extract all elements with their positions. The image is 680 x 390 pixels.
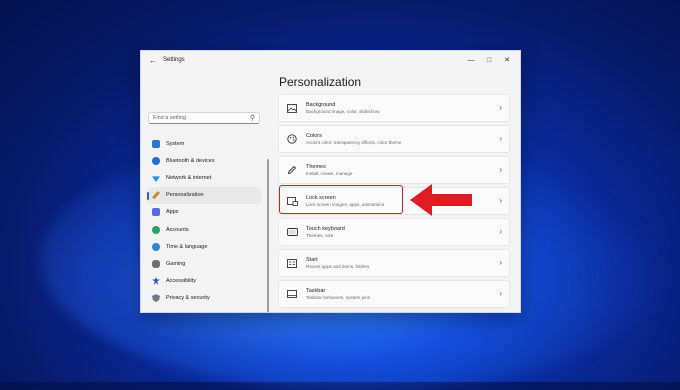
sidebar-item-label: Privacy & security <box>166 295 210 302</box>
card-title: Taskbar <box>306 287 326 294</box>
globe-clock-icon <box>152 242 160 251</box>
taskbar-icon <box>286 288 298 300</box>
sidebar-item-privacy[interactable]: Privacy & security <box>147 290 261 307</box>
sidebar-item-time-language[interactable]: Time & language <box>147 238 261 255</box>
chevron-right-icon: › <box>499 258 502 267</box>
keyboard-icon <box>286 226 298 238</box>
sidebar-item-gaming[interactable]: Gaming <box>147 255 261 272</box>
card-title: Start <box>306 256 318 263</box>
sidebar-item-accounts[interactable]: Accounts <box>147 221 261 238</box>
sidebar-item-personalization[interactable]: Personalization <box>147 186 261 204</box>
chevron-right-icon: › <box>499 103 502 112</box>
window-controls: — □ ✕ <box>462 51 516 69</box>
title-bar: ← Settings — □ ✕ <box>141 51 520 69</box>
back-arrow-icon[interactable]: ← <box>145 56 161 65</box>
sidebar-item-bluetooth[interactable]: Bluetooth & devices <box>147 152 261 169</box>
gamepad-icon <box>152 259 160 268</box>
sidebar-scrollbar[interactable] <box>267 159 269 312</box>
sidebar-item-label: Accounts <box>166 226 189 233</box>
search-icon: ⚲ <box>249 115 255 122</box>
sidebar-item-label: Gaming <box>166 260 186 267</box>
page-title: Personalization <box>279 75 362 89</box>
app-title: Settings <box>163 57 185 63</box>
apps-icon <box>152 208 160 217</box>
close-icon[interactable]: ✕ <box>498 56 516 64</box>
card-subtitle: Install, create, manage <box>306 170 353 176</box>
red-arrow-icon <box>410 184 472 216</box>
card-background[interactable]: Background Background image, color, slid… <box>278 94 510 122</box>
card-themes[interactable]: Themes Install, create, manage › <box>278 156 510 184</box>
chevron-right-icon: › <box>499 227 502 236</box>
brush-icon <box>152 191 160 200</box>
bluetooth-icon <box>152 156 160 165</box>
sidebar-item-label: System <box>166 140 185 147</box>
search-input[interactable]: Find a setting ⚲ <box>148 112 260 124</box>
card-title: Touch keyboard <box>306 225 345 232</box>
card-taskbar[interactable]: Taskbar Taskbar behaviors, system pins › <box>278 280 510 308</box>
card-subtitle: Background image, color, slideshow <box>306 108 380 114</box>
sidebar-item-network[interactable]: Network & internet <box>147 169 261 186</box>
sidebar-item-system[interactable]: System <box>147 135 261 152</box>
shield-icon <box>152 294 160 303</box>
sidebar: Find a setting ⚲ System Bluetooth & devi… <box>141 69 269 312</box>
card-start[interactable]: Start Recent apps and items, folders › <box>278 249 510 277</box>
card-title: Themes <box>306 163 326 170</box>
card-title: Background <box>306 101 336 108</box>
sidebar-item-label: Time & language <box>166 243 208 250</box>
card-subtitle: Recent apps and items, folders <box>306 263 370 269</box>
chevron-right-icon: › <box>499 165 502 174</box>
chevron-right-icon: › <box>499 134 502 143</box>
chevron-right-icon: › <box>499 196 502 205</box>
card-subtitle: Themes, size <box>306 232 334 238</box>
palette-icon <box>286 133 298 145</box>
pen-icon <box>286 164 298 176</box>
minimize-icon[interactable]: — <box>462 57 480 64</box>
card-subtitle: Accent color, transparency effects, colo… <box>306 139 402 145</box>
accessibility-icon <box>152 277 160 286</box>
search-placeholder: Find a setting <box>153 115 187 121</box>
card-touch-keyboard[interactable]: Touch keyboard Themes, size › <box>278 218 510 246</box>
chevron-right-icon: › <box>499 289 502 298</box>
sidebar-item-label: Personalization <box>166 192 204 199</box>
nav-list: System Bluetooth & devices Network & int… <box>147 135 261 307</box>
sidebar-item-apps[interactable]: Apps <box>147 204 261 221</box>
sidebar-item-label: Accessibility <box>166 278 196 285</box>
sidebar-item-label: Apps <box>166 209 179 216</box>
sidebar-item-accessibility[interactable]: Accessibility <box>147 273 261 290</box>
system-icon <box>152 139 160 148</box>
account-icon <box>152 225 160 234</box>
card-subtitle: Taskbar behaviors, system pins <box>306 294 371 300</box>
picture-icon <box>286 102 298 114</box>
lock-screen-highlight-box <box>279 185 403 214</box>
sidebar-item-label: Network & internet <box>166 174 212 181</box>
sidebar-item-label: Bluetooth & devices <box>166 157 215 164</box>
wifi-icon <box>152 176 160 182</box>
card-title: Colors <box>306 132 322 139</box>
card-colors[interactable]: Colors Accent color, transparency effect… <box>278 125 510 153</box>
maximize-icon[interactable]: □ <box>480 57 498 64</box>
start-icon <box>286 257 298 269</box>
